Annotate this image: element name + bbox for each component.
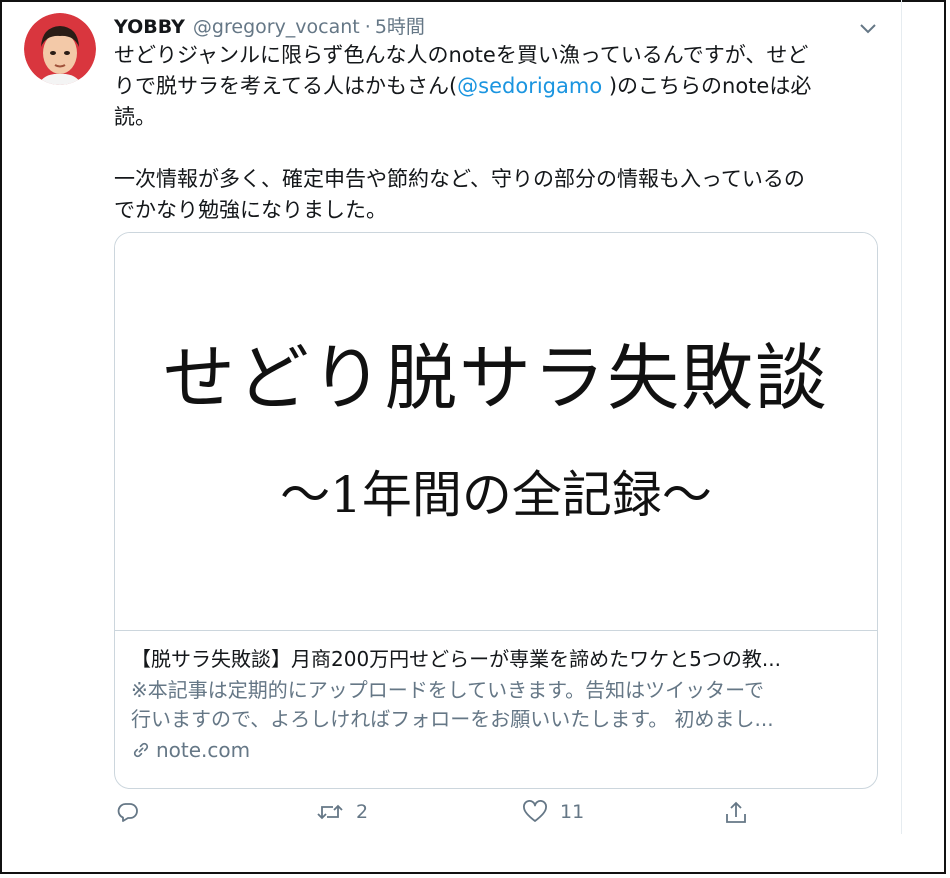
reply-button[interactable] bbox=[116, 800, 152, 824]
card-domain: note.com bbox=[131, 736, 861, 764]
tweet-text-line: 一次情報が多く、確定申告や節約など、守りの部分の情報も入っているの bbox=[114, 167, 805, 191]
card-image[interactable]: せどり脱サラ失敗談 〜1年間の全記録〜 bbox=[115, 233, 877, 631]
tweet-text: せどりジャンルに限らず色んな人のnoteを買い漁っているんですが、せど りで脱サ… bbox=[114, 40, 884, 226]
card-domain-text: note.com bbox=[156, 738, 251, 762]
card-description-line: ※本記事は定期的にアップロードをしていきます。告知はツイッターで bbox=[131, 678, 764, 702]
card-description: ※本記事は定期的にアップロードをしていきます。告知はツイッターで 行いますので、… bbox=[131, 676, 861, 734]
like-button[interactable]: 11 bbox=[522, 800, 584, 824]
tweet-header: YOBBY @gregory_vocant · 5時間 bbox=[114, 12, 425, 38]
retweet-icon bbox=[317, 804, 343, 820]
card-description-line: 行いますので、よろしければフォローをお願いいたします。 初めまし... bbox=[131, 707, 774, 731]
tweet-text-line: りで脱サラを考えてる人はかもさん( bbox=[114, 74, 458, 98]
card-body: 【脱サラ失敗談】月商200万円せどらーが専業を諦めたワケと5つの教... ※本記… bbox=[131, 645, 861, 764]
reply-icon bbox=[117, 803, 138, 822]
tweet-text-line: )のこちらのnoteは必 bbox=[602, 74, 812, 98]
tweet-text-line: 読。 bbox=[114, 105, 156, 129]
retweet-count: 2 bbox=[356, 801, 369, 823]
author-handle[interactable]: @gregory_vocant bbox=[193, 16, 360, 38]
tweet-timestamp[interactable]: 5時間 bbox=[375, 12, 425, 39]
mention-link[interactable]: @sedorigamo bbox=[457, 74, 602, 98]
header-separator: · bbox=[364, 16, 371, 38]
card-title: 【脱サラ失敗談】月商200万円せどらーが専業を諦めたワケと5つの教... bbox=[131, 647, 781, 671]
tweet-paragraph-2: 一次情報が多く、確定申告や節約など、守りの部分の情報も入っているの でかなり勉強… bbox=[114, 164, 884, 226]
author-name[interactable]: YOBBY bbox=[114, 16, 185, 38]
share-icon bbox=[726, 801, 746, 823]
card-image-subtitle: 〜1年間の全記録〜 bbox=[280, 466, 712, 524]
share-button[interactable] bbox=[724, 800, 748, 826]
link-preview-card[interactable]: せどり脱サラ失敗談 〜1年間の全記録〜 【脱サラ失敗談】月商200万円せどらーが… bbox=[114, 232, 878, 789]
avatar-image bbox=[24, 13, 96, 85]
heart-icon bbox=[523, 800, 547, 822]
tweet-paragraph-1: せどりジャンルに限らず色んな人のnoteを買い漁っているんですが、せど りで脱サ… bbox=[114, 40, 884, 133]
like-count: 11 bbox=[560, 801, 585, 823]
tweet-text-line: でかなり勉強になりました。 bbox=[114, 198, 387, 222]
timeline-divider bbox=[901, 0, 902, 834]
chevron-down-icon[interactable] bbox=[858, 20, 878, 34]
avatar[interactable] bbox=[24, 13, 96, 85]
tweet-text-line: せどりジャンルに限らず色んな人のnoteを買い漁っているんですが、せど bbox=[114, 43, 809, 67]
card-image-title: せどり脱サラ失敗談 bbox=[162, 336, 829, 420]
tweet-actions: 2 11 bbox=[114, 800, 764, 840]
retweet-button[interactable]: 2 bbox=[316, 800, 368, 824]
link-icon bbox=[133, 742, 149, 758]
